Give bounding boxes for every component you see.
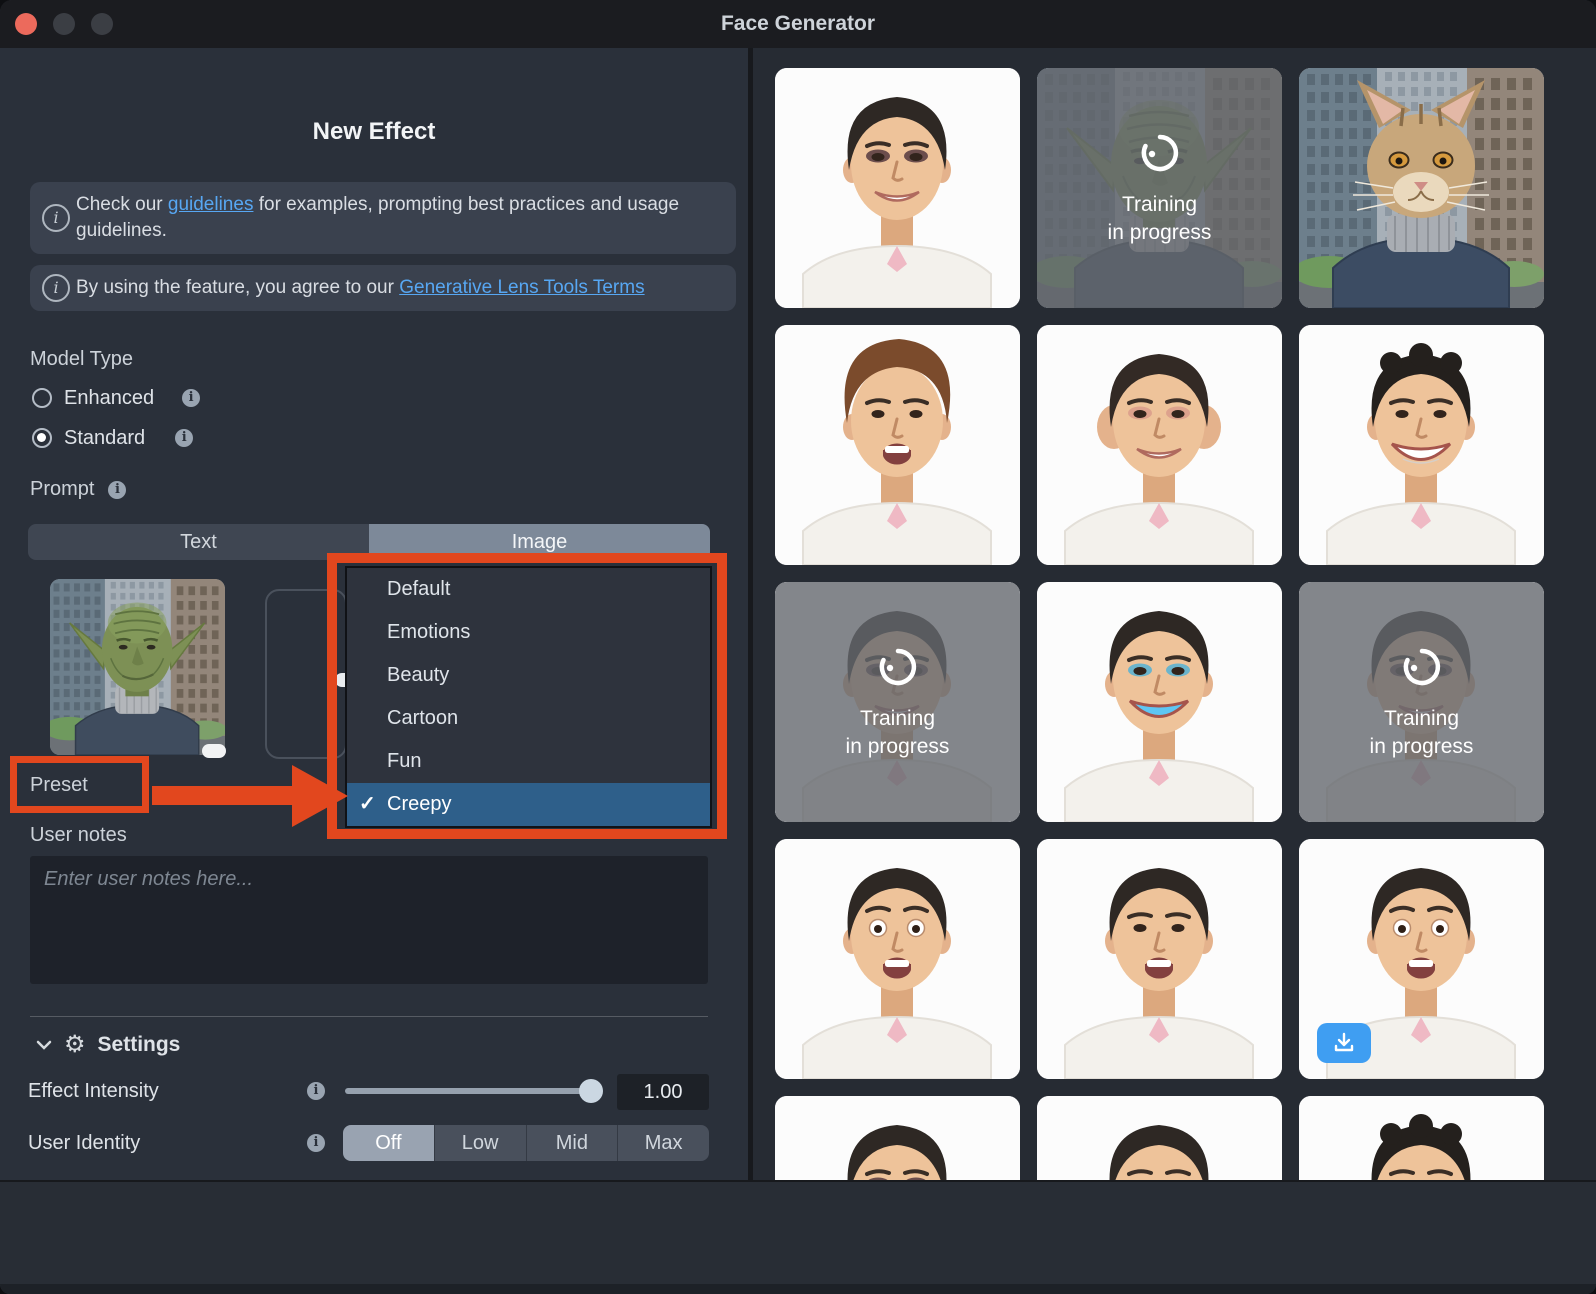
radio-enhanced[interactable]: Enhanced i: [32, 386, 201, 410]
face-preview-image: [775, 1096, 1020, 1180]
prompt-label-text: Prompt: [30, 478, 95, 500]
terms-info-box: i By using the feature, you agree to our…: [30, 265, 736, 311]
thumbnail-badge: [202, 744, 226, 758]
user-identity-label: User Identity: [28, 1132, 141, 1154]
settings-title: Settings: [97, 1032, 181, 1056]
spinner-icon: [1141, 134, 1178, 172]
info-icon[interactable]: i: [307, 1134, 325, 1152]
radio-circle[interactable]: [32, 428, 52, 448]
model-type-label: Model Type: [30, 348, 134, 370]
training-label: Training: [859, 707, 936, 730]
training-label: Training: [1121, 193, 1198, 216]
preview-tile-5[interactable]: [1037, 325, 1282, 565]
info-icon[interactable]: i: [175, 429, 194, 447]
preview-tile-1[interactable]: [775, 68, 1020, 308]
slider-thumb[interactable]: [579, 1079, 603, 1103]
preview-tile-4[interactable]: [775, 325, 1020, 565]
window-edge: [0, 1284, 1596, 1294]
new-effect-panel: New Effect i Check our guidelines for ex…: [0, 48, 748, 1180]
user-identity-segmented-control: Off Low Mid Max: [343, 1125, 709, 1161]
annotation-rectangle-preset: [10, 756, 149, 813]
effect-intensity-label: Effect Intensity: [28, 1080, 159, 1102]
spinner-icon: [879, 648, 916, 686]
gear-icon: ⚙: [64, 1031, 86, 1058]
training-label: in progress: [1369, 735, 1474, 758]
prompt-label: Prompt i: [30, 478, 127, 501]
annotation-arrow-head: [292, 765, 348, 827]
training-overlay: Training in progress: [775, 582, 1020, 822]
training-overlay: Training in progress: [1037, 68, 1282, 308]
info-icon[interactable]: i: [108, 480, 127, 499]
training-label: in progress: [845, 735, 950, 758]
training-label: Training: [1383, 707, 1460, 730]
prompt-image-thumbnail[interactable]: [50, 579, 225, 755]
user-notes-input[interactable]: [30, 856, 708, 984]
chevron-down-icon: [36, 1040, 52, 1050]
preview-tile-11[interactable]: [1037, 839, 1282, 1079]
radio-standard[interactable]: Standard i: [32, 426, 194, 450]
preview-tile-14[interactable]: [1037, 1096, 1282, 1180]
radio-label: Enhanced: [64, 386, 155, 409]
face-preview-image: [1037, 1096, 1282, 1180]
app-window: Face Generator New Effect i Check our gu…: [0, 0, 1596, 1294]
download-button[interactable]: [1317, 1023, 1371, 1063]
previews-panel: Training in progress Training in progres…: [753, 48, 1596, 1180]
face-preview-image: [1037, 325, 1282, 565]
preview-tile-8[interactable]: [1037, 582, 1282, 822]
face-preview-image: [1037, 582, 1282, 822]
preview-tile-10[interactable]: [775, 839, 1020, 1079]
face-preview-image: [1299, 68, 1544, 308]
face-preview-image: [1299, 325, 1544, 565]
bottom-bar: Generate previews: [0, 1180, 1596, 1294]
download-icon: [1334, 1032, 1354, 1052]
face-preview-image: [775, 325, 1020, 565]
face-preview-image: [1299, 1096, 1544, 1180]
preview-tile-6[interactable]: [1299, 325, 1544, 565]
segment-low[interactable]: Low: [434, 1125, 527, 1161]
guidelines-link[interactable]: guidelines: [168, 194, 254, 215]
effect-intensity-slider[interactable]: [345, 1079, 603, 1103]
face-preview-image: [775, 839, 1020, 1079]
info-icon[interactable]: i: [307, 1082, 325, 1100]
radio-label: Standard: [64, 426, 146, 449]
guidelines-info-box: i Check our guidelines for examples, pro…: [30, 182, 736, 254]
preview-tile-3[interactable]: [1299, 68, 1544, 308]
training-label: in progress: [1107, 221, 1212, 244]
info-icon[interactable]: i: [182, 389, 201, 407]
face-preview-image: [775, 68, 1020, 308]
page-title: New Effect: [312, 118, 436, 145]
effect-intensity-value[interactable]: 1.00: [617, 1074, 709, 1110]
info-text: By using the feature, you agree to our: [76, 277, 400, 298]
segment-max[interactable]: Max: [618, 1125, 709, 1161]
previews-grid: Training in progress Training in progres…: [775, 68, 1544, 1180]
annotation-rectangle-menu: [327, 553, 727, 839]
preview-tile-13[interactable]: [775, 1096, 1020, 1180]
preview-tile-15[interactable]: [1299, 1096, 1544, 1180]
settings-header[interactable]: ⚙ Settings: [36, 1030, 180, 1059]
title-bar: Face Generator: [0, 0, 1596, 48]
annotation-arrow: [152, 786, 294, 805]
segment-mid[interactable]: Mid: [526, 1125, 619, 1161]
preview-tile-9[interactable]: Training in progress: [1299, 582, 1544, 822]
face-preview-image: [50, 579, 225, 755]
tab-text[interactable]: Text: [28, 524, 369, 560]
preview-tile-7[interactable]: Training in progress: [775, 582, 1020, 822]
segment-off[interactable]: Off: [343, 1125, 435, 1161]
radio-circle[interactable]: [32, 388, 52, 408]
preview-tile-2[interactable]: Training in progress: [1037, 68, 1282, 308]
divider: [30, 1016, 708, 1017]
preview-tile-12[interactable]: [1299, 839, 1544, 1079]
user-notes-label: User notes: [30, 824, 127, 846]
training-overlay: Training in progress: [1299, 582, 1544, 822]
face-preview-image: [1037, 839, 1282, 1079]
window-title: Face Generator: [720, 12, 876, 35]
spinner-icon: [1403, 648, 1440, 686]
terms-link[interactable]: Generative Lens Tools Terms: [399, 277, 644, 298]
info-text: Check our: [76, 194, 168, 215]
info-icon: i: [42, 274, 70, 302]
info-icon: i: [42, 204, 70, 232]
